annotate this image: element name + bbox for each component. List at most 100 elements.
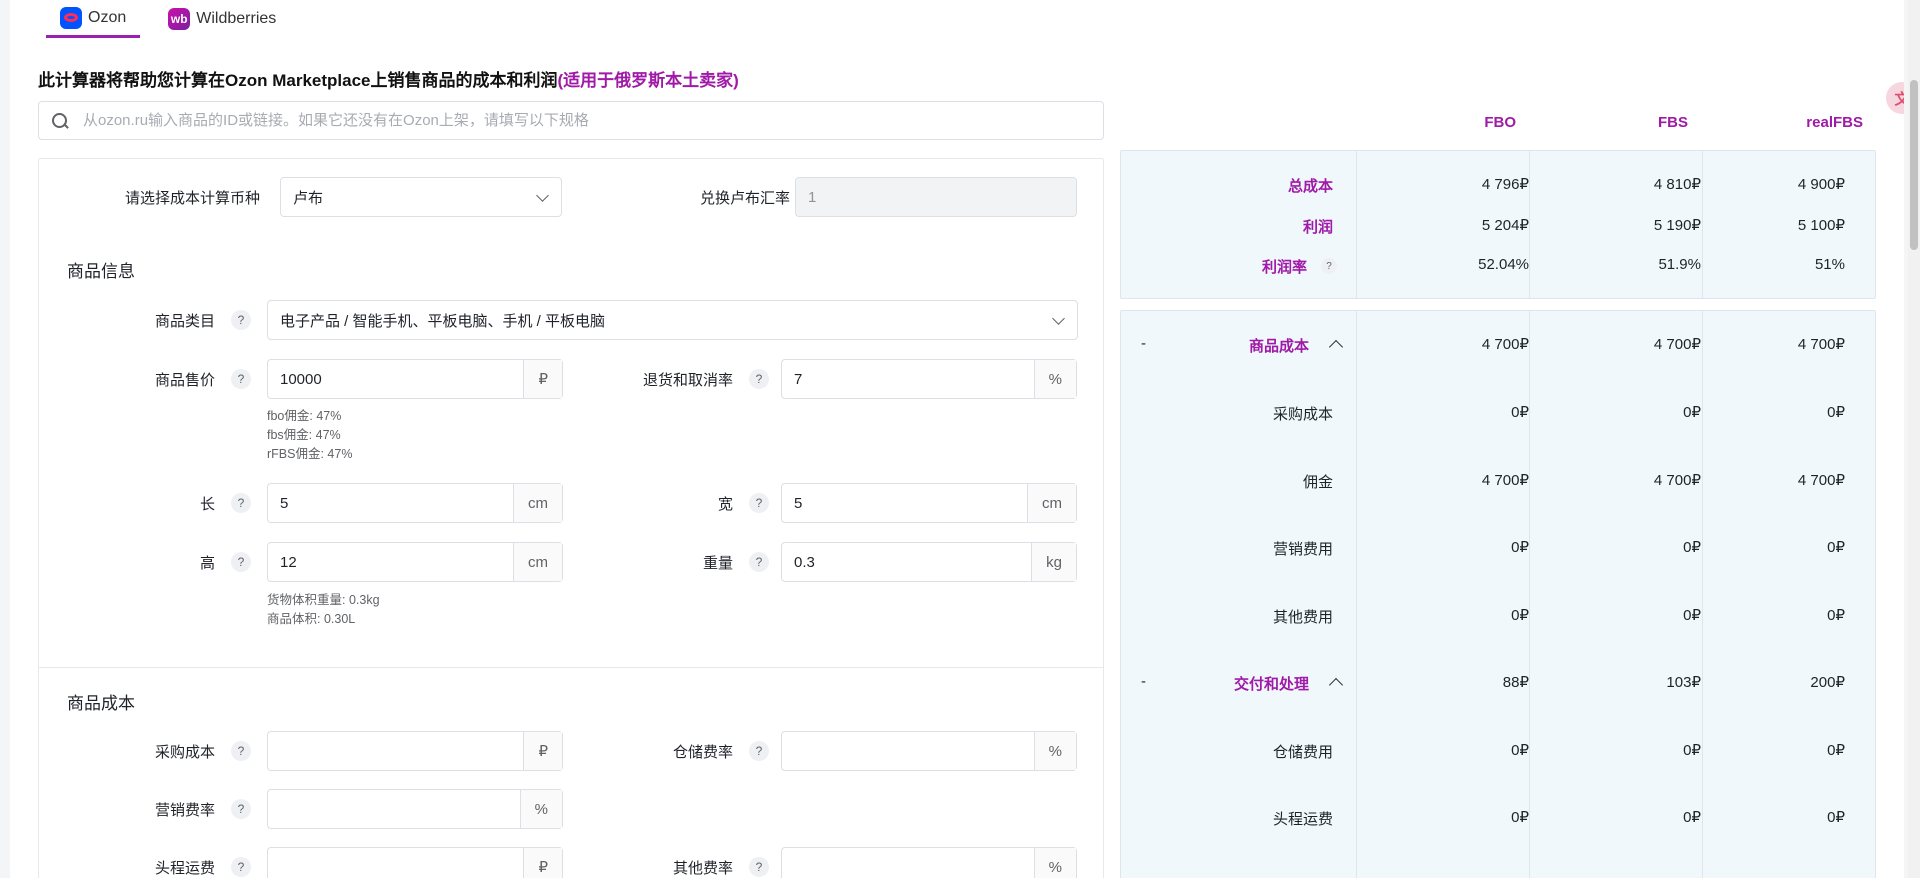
commission-fbo: 4 700₽ (1481, 472, 1529, 489)
tab-wildberries[interactable]: wb Wildberries (154, 0, 290, 38)
width-value: 5 (794, 494, 803, 512)
help-icon[interactable]: ? (231, 741, 251, 761)
product-cost-title: 商品成本 (67, 694, 135, 713)
marketing-rate-label: 营销费率 (154, 802, 215, 819)
price-input[interactable]: 10000 ₽ (267, 359, 563, 399)
help-icon[interactable]: ? (231, 493, 251, 513)
storage-cost-fbs: 0₽ (1683, 742, 1701, 759)
help-icon[interactable]: ? (749, 493, 769, 513)
return-rate-label: 退货和取消率 (642, 372, 733, 389)
help-icon[interactable]: ? (231, 799, 251, 819)
chevron-up-icon[interactable] (1328, 339, 1344, 355)
calculator-page: Ozon wb Wildberries 此计算器将帮助您计算在Ozon Mark… (10, 0, 1904, 878)
column-divider (1529, 151, 1530, 298)
delivery-realfbs: 200₽ (1810, 674, 1845, 691)
category-label: 商品类目 (154, 313, 215, 330)
product-volume-hint: 商品体积: 0.30L (267, 612, 356, 626)
column-divider (1356, 151, 1357, 298)
first-leg-label: 头程运费 (154, 860, 215, 877)
purchase-cost-row-label: 采购成本 (1272, 406, 1333, 423)
ozon-logo-icon (60, 6, 82, 29)
marketing-rate-input[interactable]: % (267, 789, 563, 829)
weight-value: 0.3 (794, 553, 815, 571)
marketing-rate-value (268, 790, 520, 828)
group-product-cost-label: 商品成本 (1248, 338, 1309, 355)
cost-breakdown-table: - 商品成本 4 700₽ 4 700₽ 4 700₽ 采购成本 0₽ 0₽ 0… (1120, 310, 1876, 878)
collapse-toggle[interactable]: - (1141, 673, 1146, 690)
ruble-unit: ₽ (523, 732, 562, 770)
delivery-fbs: 103₽ (1666, 674, 1701, 691)
currency-label: 请选择成本计算币种 (124, 190, 260, 207)
tab-ozon[interactable]: Ozon (46, 0, 141, 38)
profit-fbs: 5 190₽ (1653, 217, 1701, 234)
rfbs-commission-hint: rFBS佣金: 47% (267, 447, 353, 461)
purchase-cost-fbo: 0₽ (1511, 404, 1529, 421)
scrollbar-thumb[interactable] (1910, 80, 1918, 250)
group-delivery-label: 交付和处理 (1233, 676, 1309, 693)
weight-label: 重量 (702, 555, 733, 572)
fbo-commission-hint: fbo佣金: 47% (267, 409, 342, 423)
product-search[interactable] (38, 101, 1104, 140)
other-rate-input[interactable]: % (781, 847, 1077, 878)
help-icon[interactable]: ? (749, 741, 769, 761)
help-icon[interactable]: ? (231, 552, 251, 572)
weight-input[interactable]: 0.3 kg (781, 542, 1077, 582)
cm-unit: cm (1027, 484, 1076, 522)
commission-row-label: 佣金 (1302, 474, 1333, 491)
return-rate-value: 7 (794, 370, 803, 388)
first-leg-input[interactable]: ₽ (267, 847, 563, 878)
storage-rate-input[interactable]: % (781, 731, 1077, 771)
product-info-title: 商品信息 (67, 262, 135, 281)
first-leg-value (268, 848, 523, 878)
return-rate-input[interactable]: 7 % (781, 359, 1077, 399)
page-scrollbar[interactable] (1908, 0, 1920, 878)
summary-table: 总成本 4 796₽ 4 810₽ 4 900₽ 利润 5 204₽ 5 190… (1120, 150, 1876, 299)
marketing-cost-fbo: 0₽ (1511, 539, 1529, 556)
column-divider (1702, 311, 1703, 878)
length-label: 长 (199, 496, 215, 513)
category-value: 电子产品 / 智能手机、平板电脑、手机 / 平板电脑 (280, 312, 606, 330)
help-icon[interactable]: ? (749, 552, 769, 572)
percent-unit: % (1033, 732, 1076, 770)
help-icon[interactable]: ? (231, 857, 251, 877)
help-icon[interactable]: ? (1321, 258, 1337, 274)
height-value: 12 (280, 553, 297, 571)
chevron-up-icon[interactable] (1328, 677, 1344, 693)
purchase-cost-label: 采购成本 (154, 744, 215, 761)
other-cost-row-label: 其他费用 (1272, 609, 1333, 626)
collapse-toggle[interactable]: - (1141, 335, 1146, 352)
product-cost-fbo: 4 700₽ (1481, 336, 1529, 353)
height-label: 高 (199, 555, 215, 572)
category-select[interactable]: 电子产品 / 智能手机、平板电脑、手机 / 平板电脑 (267, 300, 1078, 340)
input-form: 请选择成本计算币种 卢布 兑换卢布汇率 1 商品信息 商品类目 ? 电子产品 /… (38, 158, 1104, 878)
column-header-fbo: FBO (1484, 114, 1516, 131)
storage-cost-row-label: 仓储费用 (1272, 744, 1333, 761)
cm-unit: cm (513, 484, 562, 522)
help-icon[interactable]: ? (749, 369, 769, 389)
other-rate-label: 其他费率 (672, 860, 733, 877)
purchase-cost-input[interactable]: ₽ (267, 731, 563, 771)
marketing-cost-row-label: 营销费用 (1272, 541, 1333, 558)
height-input[interactable]: 12 cm (267, 542, 563, 582)
width-label: 宽 (717, 496, 733, 513)
help-icon[interactable]: ? (749, 857, 769, 877)
other-rate-value (782, 848, 1034, 878)
page-title-accent: (适用于俄罗斯本土卖家) (557, 71, 739, 90)
product-cost-realfbs: 4 700₽ (1797, 336, 1845, 353)
tab-wildberries-label: Wildberries (196, 10, 277, 27)
page-title-main: 此计算器将帮助您计算在Ozon Marketplace上销售商品的成本和利润 (38, 71, 558, 90)
profit-label: 利润 (1302, 219, 1333, 236)
profit-margin-fbo: 52.04% (1478, 256, 1529, 273)
translate-icon[interactable]: 文 (1886, 82, 1904, 114)
help-icon[interactable]: ? (231, 369, 251, 389)
first-leg-fbo: 0₽ (1511, 809, 1529, 826)
help-icon[interactable]: ? (231, 310, 251, 330)
fbs-commission-hint: fbs佣金: 47% (267, 428, 341, 442)
commission-fbs: 4 700₽ (1653, 472, 1701, 489)
search-input[interactable] (83, 112, 1063, 129)
profit-fbo: 5 204₽ (1481, 217, 1529, 234)
currency-select[interactable]: 卢布 (280, 177, 562, 217)
width-input[interactable]: 5 cm (781, 483, 1077, 523)
length-input[interactable]: 5 cm (267, 483, 563, 523)
marketplace-tabs: Ozon wb Wildberries (46, 0, 290, 40)
